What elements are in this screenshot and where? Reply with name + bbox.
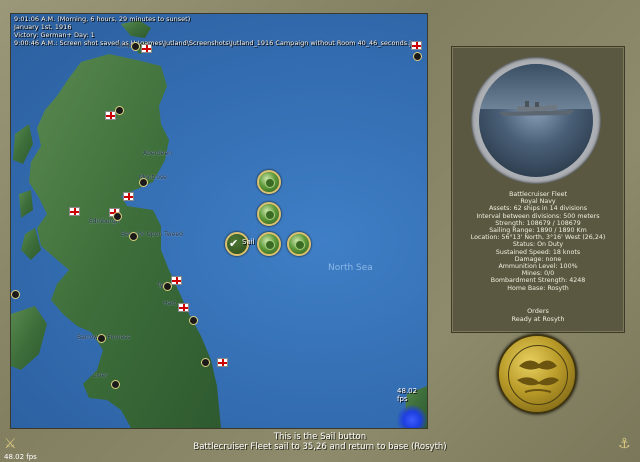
unit-info-panel: Battlecruiser Fleet Royal Navy Assets: 6… [451,46,625,333]
hud-date: January 1st, 1916 [14,23,72,31]
unit-title: Battlecruiser Fleet [509,191,567,198]
town-hartlepool: Hart [163,300,177,307]
anchor-icon[interactable] [413,52,422,61]
unit-mines: Mines: 0/0 [521,270,555,278]
checkmark-icon: ✔ [229,237,239,250]
naval-base-flag[interactable] [105,111,116,120]
anchor-icon[interactable] [111,380,120,389]
fleet-move-button[interactable] [257,202,281,226]
town-aberdeen: Aberdeen [143,150,172,157]
unit-speed: Sustained Speed: 18 knots [495,248,581,256]
arrow-up-icon [265,210,275,220]
town-liverpool: Liver [93,372,108,379]
strategic-map[interactable]: 9:01:06 A.M. (Morning, 6 hours, 29 minut… [10,13,428,429]
anchor-icon[interactable] [189,316,198,325]
anchor-icon[interactable] [97,334,106,343]
naval-base-flag[interactable] [69,207,80,216]
anchor-icon[interactable] [129,232,138,241]
orders-section: Orders Ready at Rosyth [452,307,624,323]
status-bar: This is the Sail button Battlecruiser Fl… [0,432,640,452]
anchor-icon[interactable] [11,290,20,299]
status-order: Battlecruiser Fleet sail to 35,26 and re… [193,442,447,452]
naval-base-flag[interactable] [123,192,134,201]
periscope-view [471,57,601,184]
anchor-icon[interactable] [163,282,172,291]
battlecruiser-image [499,101,575,116]
unit-assets: Assets: 62 ships in 14 divisions [488,205,588,213]
fps-counter: 48.02 fps [397,387,418,403]
naval-base-flag[interactable] [217,358,228,367]
sail-label: Sail [242,238,255,246]
anchor-icon[interactable] [139,178,148,187]
fleet-unit-button[interactable] [257,232,281,256]
hud-victory: Victory: German+ Day: 1 [14,31,95,39]
hud-time: 9:01:06 A.M. (Morning, 6 hours, 29 minut… [14,15,191,23]
unit-location: Location: 56°13' North, 3°16' West (26,2… [470,234,606,242]
fps-counter-bottom: 48.02 fps [4,453,37,461]
anchor-icon[interactable] [201,358,210,367]
arrow-up-icon [265,178,275,188]
periscope-lens [479,64,593,177]
seal-emblem-icon [508,345,568,405]
naval-base-flag[interactable] [411,41,422,50]
anchor-icon[interactable] [113,212,122,221]
unit-interval: Interval between divisions: 500 meters [476,212,600,220]
orders-value: Ready at Rosyth [511,315,565,323]
selection-marker[interactable] [397,405,427,428]
fleet-move-button[interactable] [257,170,281,194]
hud-message: 9:00:46 A.M.: Screen shot saved as H:\ga… [14,39,420,47]
fleet-move-button[interactable] [287,232,311,256]
arrow-right-icon [295,240,305,250]
unit-strength: Strength: 108679 / 108679 [495,219,581,227]
naval-base-flag[interactable] [178,303,189,312]
unit-status: Status: On Duty [512,241,564,249]
unit-bombard: Bombardment Strength: 4248 [490,277,586,285]
anchor-icon[interactable] [131,42,140,51]
sea-label: North Sea [328,263,373,273]
orders-title: Orders [527,307,549,315]
naval-base-flag[interactable] [171,276,182,285]
status-hint: This is the Sail button [273,432,367,442]
unit-home-base: Home Base: Rosyth [507,284,569,292]
arrow-right-icon [265,240,275,250]
anchor-icon[interactable] [115,106,124,115]
unit-ammo: Ammunition Level: 100% [498,263,578,271]
unit-details: Battlecruiser Fleet Royal Navy Assets: 6… [452,191,624,292]
royal-navy-seal-button[interactable] [497,334,577,414]
naval-base-flag[interactable] [141,44,152,53]
unit-navy: Royal Navy [520,198,556,206]
unit-damage: Damage: none [514,255,562,263]
